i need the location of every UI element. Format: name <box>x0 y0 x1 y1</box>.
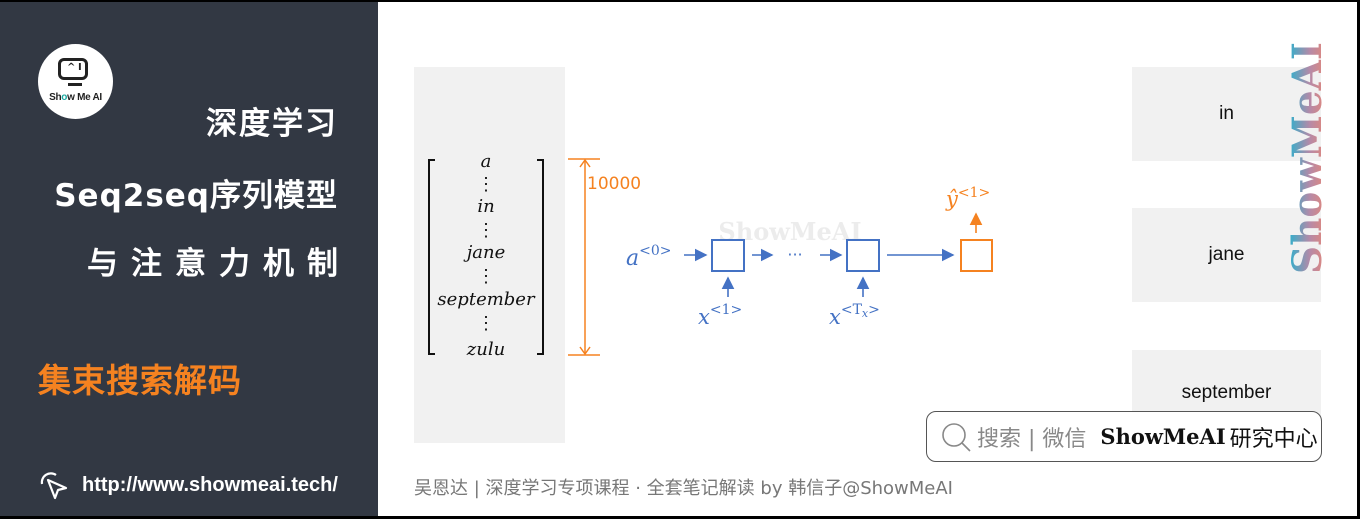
vocab-entry: a <box>481 151 492 172</box>
footer-credit: 吴恩达 | 深度学习专项课程 · 全套笔记解读 by 韩信子@ShowMeAI <box>414 478 953 499</box>
search-icon <box>942 422 971 452</box>
vocab-entry: september <box>437 289 536 310</box>
vocab-list: a ⋮ in ⋮ jane ⋮ september ⋮ zulu <box>437 151 536 360</box>
vocab-entry: zulu <box>466 339 505 360</box>
vertical-watermark-text: ShowMeAI <box>1284 42 1331 274</box>
search-hint: 搜索 | 微信 <box>977 426 1087 452</box>
input-tx-label: x<Tx> <box>829 302 880 329</box>
vocab-ellipsis: ⋮ <box>477 313 495 334</box>
vertical-watermark: ShowMeAI <box>1284 42 1331 274</box>
input-1-label: x<1> <box>698 302 742 329</box>
output-label: ŷ<1> <box>945 185 990 211</box>
search-org: 研究中心 <box>1229 426 1318 452</box>
search-brand: ShowMeAI <box>1100 424 1226 449</box>
vocab-ellipsis: ⋮ <box>477 220 495 241</box>
search-badge[interactable]: 搜索 | 微信 ShowMeAI 研究中心 <box>926 411 1322 462</box>
initial-activation-label: a<0> <box>626 243 672 271</box>
vocab-size-label: 10000 <box>587 174 641 194</box>
left-bracket <box>428 159 435 355</box>
vocab-entry: jane <box>463 242 506 263</box>
center-watermark: ShowMeAI <box>718 217 861 246</box>
vocab-ellipsis: ⋮ <box>477 174 495 195</box>
vocab-ellipsis: ⋮ <box>477 266 495 287</box>
vocab-entry: in <box>477 196 494 217</box>
decoder-cell <box>960 239 993 272</box>
rnn-chain: a<0> ··· ŷ<1> x<1> x<Tx> <box>626 185 993 329</box>
right-bracket <box>537 159 544 355</box>
ellipsis: ··· <box>787 245 802 264</box>
